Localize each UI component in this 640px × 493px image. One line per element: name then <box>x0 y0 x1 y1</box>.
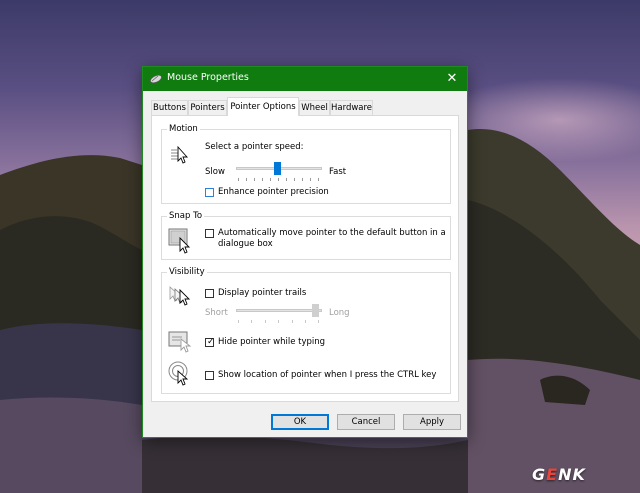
mouse-properties-dialog: Mouse Properties ✕ Buttons Pointers Poin… <box>142 66 468 438</box>
check-icon: ✓ <box>207 337 215 347</box>
short-label: Short <box>205 308 228 318</box>
fast-label: Fast <box>329 167 347 177</box>
pointer-trails-checkbox[interactable] <box>205 289 214 298</box>
ok-button[interactable]: OK <box>271 414 329 430</box>
tab-wheel[interactable]: Wheel <box>299 100 330 115</box>
motion-group: Motion Select a pointer speed: Slow Fast… <box>161 124 451 204</box>
mouse-icon <box>149 74 163 84</box>
auto-snap-checkbox[interactable] <box>205 229 214 238</box>
window-title: Mouse Properties <box>167 72 249 83</box>
show-location-icon <box>168 361 189 386</box>
tab-pointers[interactable]: Pointers <box>188 100 227 115</box>
tab-buttons[interactable]: Buttons <box>151 100 188 115</box>
show-location-checkbox[interactable] <box>205 371 214 380</box>
trail-length-slider-track <box>236 309 322 312</box>
pointer-speed-label: Select a pointer speed: <box>205 142 304 152</box>
pointer-speed-icon <box>171 145 189 164</box>
auto-snap-label-line1[interactable]: Automatically move pointer to the defaul… <box>218 228 446 239</box>
pointer-speed-ticks <box>238 178 320 181</box>
motion-group-label: Motion <box>167 124 200 135</box>
enhance-precision-checkbox[interactable] <box>205 188 214 197</box>
hide-while-typing-checkbox[interactable]: ✓ <box>205 337 215 347</box>
cancel-button[interactable]: Cancel <box>337 414 395 430</box>
title-bar[interactable]: Mouse Properties ✕ <box>143 67 467 91</box>
tab-hardware[interactable]: Hardware <box>330 100 373 115</box>
pointer-options-panel: Motion Select a pointer speed: Slow Fast… <box>151 115 459 402</box>
long-label: Long <box>329 308 350 318</box>
hide-while-typing-label[interactable]: Hide pointer while typing <box>218 337 325 348</box>
tab-pointer-options[interactable]: Pointer Options <box>227 97 299 116</box>
apply-button[interactable]: Apply <box>403 414 461 430</box>
genk-watermark-logo: GENK <box>532 465 586 484</box>
show-location-label[interactable]: Show location of pointer when I press th… <box>218 370 436 381</box>
auto-snap-label-line2[interactable]: dialogue box <box>218 239 273 250</box>
pointer-trails-icon <box>169 286 191 306</box>
visibility-group-label: Visibility <box>167 267 207 278</box>
snap-to-group: Snap To Automatically move pointer to th… <box>161 211 451 260</box>
trail-length-slider-thumb <box>312 304 319 317</box>
hide-while-typing-icon <box>168 331 192 353</box>
close-button[interactable]: ✕ <box>437 67 467 91</box>
slow-label: Slow <box>205 167 225 177</box>
snap-to-group-label: Snap To <box>167 211 205 222</box>
snap-to-icon <box>168 228 191 254</box>
trail-length-ticks <box>238 320 320 323</box>
visibility-group: Visibility Display pointer trails Short … <box>161 267 451 394</box>
pointer-speed-slider-thumb[interactable] <box>274 162 281 175</box>
pointer-trails-label[interactable]: Display pointer trails <box>218 288 306 299</box>
enhance-precision-label[interactable]: Enhance pointer precision <box>218 187 329 198</box>
